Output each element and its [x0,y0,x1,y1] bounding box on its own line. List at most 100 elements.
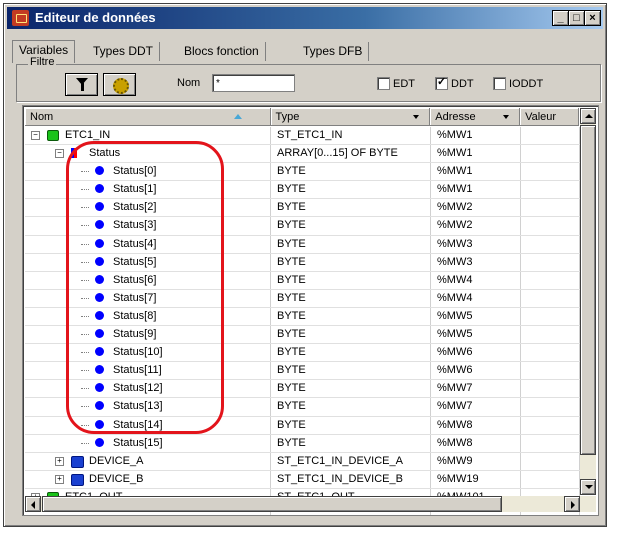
cell-adresse[interactable]: %MW3 [431,253,521,271]
dropdown-arrow-icon[interactable] [503,115,510,119]
cell-adresse[interactable]: %MW3 [431,235,521,253]
tab-types-ddt[interactable]: Types DDT [87,42,161,61]
table-row[interactable]: Status[12] BYTE %MW7 [25,380,580,399]
cell-type[interactable]: ST_ETC1_IN_DEVICE_B [271,470,431,488]
table-row[interactable]: Status[14] BYTE %MW8 [25,416,580,435]
cell-valeur[interactable] [521,398,580,416]
cell-nom[interactable]: Status[8] [25,307,271,326]
maximize-button[interactable]: □ [568,10,585,26]
cell-valeur[interactable] [521,307,580,326]
ddt-checkbox-box[interactable] [435,75,448,90]
cell-type[interactable]: BYTE [271,344,431,362]
table-row[interactable]: Status[6] BYTE %MW4 [25,271,580,290]
ioddt-checkbox[interactable]: IODDT [493,77,543,90]
table-row[interactable]: Status[15] BYTE %MW8 [25,434,580,453]
table-row[interactable]: − ETC1_IN ST_ETC1_IN %MW1 [25,127,580,146]
cell-nom[interactable]: − Status [25,145,271,163]
cell-nom[interactable]: Status[6] [25,271,271,289]
cell-adresse[interactable]: %MW9 [431,452,521,470]
table-row[interactable]: Status[1] BYTE %MW1 [25,181,580,200]
scroll-down-button[interactable] [580,479,596,495]
scroll-right-button[interactable] [564,496,580,512]
cell-valeur[interactable] [521,199,580,217]
table-row[interactable]: Status[8] BYTE %MW5 [25,307,580,327]
table-row[interactable]: + DEVICE_A ST_ETC1_IN_DEVICE_A %MW9 [25,452,580,471]
cell-type[interactable]: BYTE [271,398,431,416]
cell-nom[interactable]: Status[3] [25,217,271,235]
column-header-nom[interactable]: Nom [25,108,271,126]
table-row[interactable]: Status[5] BYTE %MW3 [25,253,580,272]
cell-valeur[interactable] [521,271,580,289]
cell-valeur[interactable] [521,181,580,199]
cell-adresse[interactable]: %MW8 [431,416,521,434]
cell-adresse[interactable]: %MW6 [431,344,521,362]
cell-nom[interactable]: Status[1] [25,181,271,199]
scroll-up-button[interactable] [580,108,596,124]
cell-type[interactable]: BYTE [271,380,431,398]
expand-icon[interactable]: + [55,474,64,484]
cell-nom[interactable]: + DEVICE_B [25,470,271,488]
cell-adresse[interactable]: %MW1 [431,127,521,145]
cell-valeur[interactable] [521,470,580,488]
edt-checkbox-box[interactable] [377,77,390,90]
cell-nom[interactable]: Status[10] [25,344,271,362]
cell-nom[interactable]: Status[0] [25,163,271,181]
cell-adresse[interactable]: %MW4 [431,271,521,289]
collapse-icon[interactable]: − [31,131,40,140]
dropdown-arrow-icon[interactable] [413,115,420,119]
vertical-scrollbar[interactable] [580,108,596,495]
cell-valeur[interactable] [521,380,580,398]
table-row[interactable]: Status[2] BYTE %MW2 [25,199,580,218]
cell-type[interactable]: BYTE [271,326,431,344]
minimize-button[interactable]: _ [552,10,569,26]
cell-adresse[interactable]: %MW8 [431,434,521,452]
horizontal-scrollbar[interactable] [25,496,596,512]
cell-type[interactable]: ST_ETC1_IN [271,127,431,145]
cell-type[interactable]: BYTE [271,416,431,434]
cell-valeur[interactable] [521,362,580,380]
cell-adresse[interactable]: %MW1 [431,145,521,163]
horizontal-scroll-thumb[interactable] [42,496,502,512]
cell-adresse[interactable]: %MW5 [431,326,521,344]
collapse-icon[interactable]: − [55,149,64,159]
table-row[interactable]: Status[0] BYTE %MW1 [25,163,580,182]
cell-valeur[interactable] [521,217,580,235]
table-row[interactable]: + DEVICE_B ST_ETC1_IN_DEVICE_B %MW19 [25,470,580,489]
apply-filter-button[interactable] [65,73,98,96]
cell-nom[interactable]: Status[13] [25,398,271,416]
cell-adresse[interactable]: %MW5 [431,307,521,326]
column-header-type[interactable]: Type [270,108,431,126]
ioddt-checkbox-box[interactable] [493,77,506,90]
cell-nom[interactable]: Status[7] [25,289,271,307]
ddt-checkbox[interactable]: DDT [435,75,474,90]
cell-nom[interactable]: Status[4] [25,235,271,253]
table-row[interactable]: Status[7] BYTE %MW4 [25,289,580,308]
cell-adresse[interactable]: %MW2 [431,199,521,217]
expand-icon[interactable]: + [55,456,64,466]
column-header-valeur[interactable]: Valeur [520,108,579,126]
table-row[interactable]: Status[9] BYTE %MW5 [25,326,580,345]
cell-valeur[interactable] [521,163,580,181]
cell-valeur[interactable] [521,289,580,307]
cell-valeur[interactable] [521,344,580,362]
cell-adresse[interactable]: %MW1 [431,163,521,181]
cell-adresse[interactable]: %MW7 [431,380,521,398]
cell-type[interactable]: ARRAY[0...15] OF BYTE [271,145,431,163]
cell-nom[interactable]: Status[12] [25,380,271,398]
close-button[interactable]: × [584,10,601,26]
cell-nom[interactable]: + DEVICE_A [25,452,271,470]
cell-type[interactable]: BYTE [271,163,431,181]
cell-nom[interactable]: − ETC1_IN [25,127,271,145]
cell-nom[interactable]: Status[2] [25,199,271,217]
cell-nom[interactable]: Status[9] [25,326,271,344]
cell-valeur[interactable] [521,416,580,434]
cell-valeur[interactable] [521,326,580,344]
cell-type[interactable]: BYTE [271,235,431,253]
table-row[interactable]: Status[10] BYTE %MW6 [25,344,580,363]
cell-type[interactable]: BYTE [271,434,431,452]
cell-adresse[interactable]: %MW1 [431,181,521,199]
filter-wizard-button[interactable] [103,73,136,96]
cell-type[interactable]: BYTE [271,199,431,217]
edt-checkbox[interactable]: EDT [377,77,415,90]
tab-blocs-fonction[interactable]: Blocs fonction [178,42,266,61]
